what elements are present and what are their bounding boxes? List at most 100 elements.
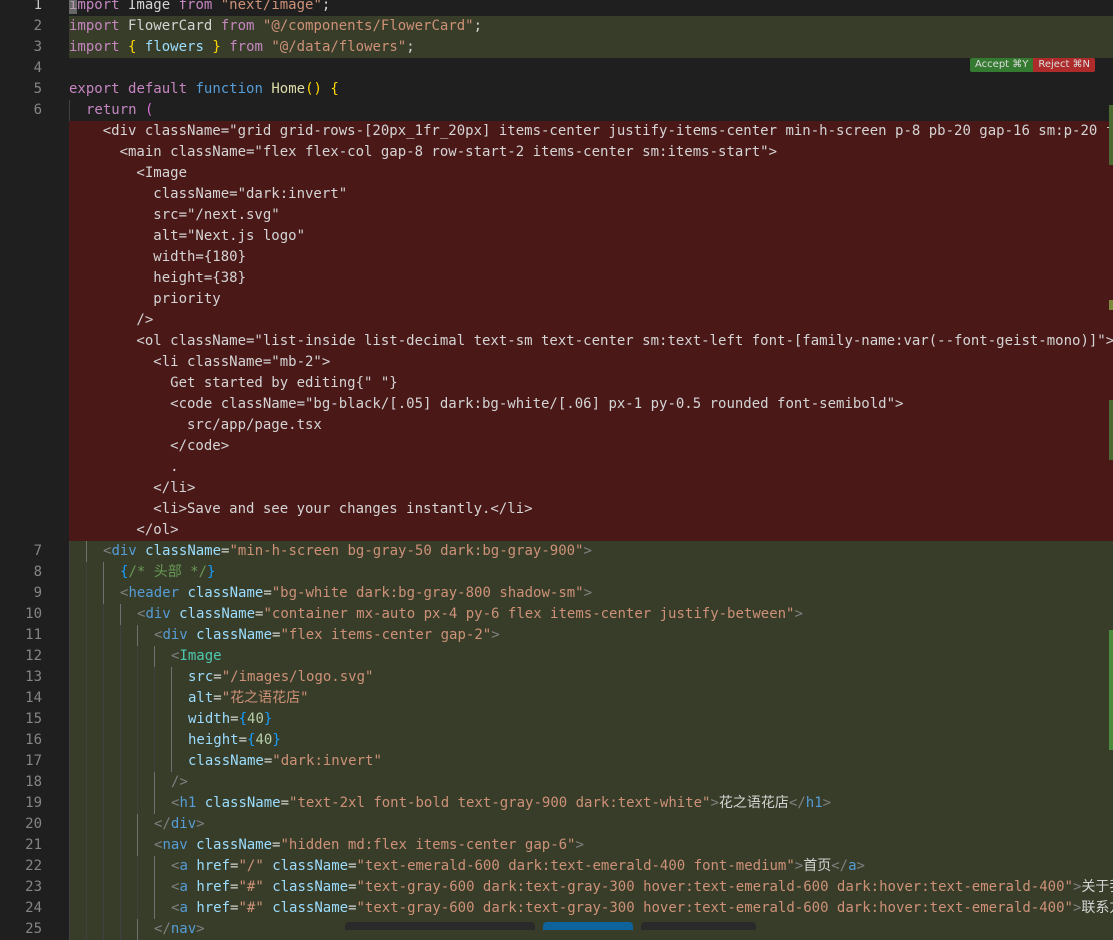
line-gutter[interactable]: 21 (0, 835, 69, 856)
deleted-code-line[interactable]: </li> (0, 478, 1113, 499)
code-text[interactable]: height={40} (69, 730, 1113, 751)
deleted-code-line[interactable]: . (0, 457, 1113, 478)
code-line[interactable]: 4 (0, 58, 1113, 79)
line-gutter[interactable]: 9 (0, 583, 69, 604)
scrollbar-diff-markers[interactable] (1109, 0, 1113, 930)
code-text[interactable]: className="dark:invert" (69, 751, 1113, 772)
line-gutter[interactable]: 11 (0, 625, 69, 646)
line-gutter[interactable] (0, 268, 69, 289)
bottom-tab[interactable] (345, 922, 535, 930)
bottom-tab-active[interactable] (543, 922, 633, 930)
deleted-code-line[interactable]: alt="Next.js logo" (0, 226, 1113, 247)
deleted-code-line[interactable]: /> (0, 310, 1113, 331)
deleted-code-line[interactable]: height={38} (0, 268, 1113, 289)
deleted-code-line[interactable]: <code className="bg-black/[.05] dark:bg-… (0, 394, 1113, 415)
line-gutter[interactable]: 14 (0, 688, 69, 709)
added-code-line[interactable]: 3 import { flowers } from "@/data/flowers… (0, 37, 1113, 58)
added-code-line[interactable]: 8 {/* 头部 */} (0, 562, 1113, 583)
line-gutter[interactable]: 19 (0, 793, 69, 814)
line-gutter[interactable]: 6 (0, 100, 69, 121)
line-gutter[interactable]: 15 (0, 709, 69, 730)
added-code-line[interactable]: 21 <nav className="hidden md:flex items-c… (0, 835, 1113, 856)
deleted-code-line[interactable]: <ol className="list-inside list-decimal … (0, 331, 1113, 352)
code-text[interactable]: import Image from "next/image"; (69, 0, 1113, 16)
code-text[interactable]: </li> (69, 478, 1113, 499)
code-text[interactable]: width={40} (69, 709, 1113, 730)
line-gutter[interactable]: 3 (0, 37, 69, 58)
code-text[interactable]: . (69, 457, 1113, 478)
code-text[interactable]: Get started by editing{" "} (69, 373, 1113, 394)
added-code-line[interactable]: 20 </div> (0, 814, 1113, 835)
line-gutter[interactable] (0, 394, 69, 415)
line-gutter[interactable] (0, 331, 69, 352)
added-code-line[interactable]: 9 <header className="bg-white dark:bg-gra… (0, 583, 1113, 604)
code-text[interactable]: <li className="mb-2"> (69, 352, 1113, 373)
code-text[interactable]: <div className="min-h-screen bg-gray-50 … (69, 541, 1113, 562)
line-gutter[interactable]: 17 (0, 751, 69, 772)
deleted-code-line[interactable]: <div className="grid grid-rows-[20px_1fr… (0, 121, 1113, 142)
code-text[interactable] (69, 58, 1113, 79)
line-gutter[interactable] (0, 121, 69, 142)
code-text[interactable]: height={38} (69, 268, 1113, 289)
deleted-code-line[interactable]: <li className="mb-2"> (0, 352, 1113, 373)
code-text[interactable]: width={180} (69, 247, 1113, 268)
deleted-code-line[interactable]: </ol> (0, 520, 1113, 541)
code-text[interactable]: alt="Next.js logo" (69, 226, 1113, 247)
deleted-code-line[interactable]: width={180} (0, 247, 1113, 268)
deleted-code-line[interactable]: <li>Save and see your changes instantly.… (0, 499, 1113, 520)
line-gutter[interactable]: 20 (0, 814, 69, 835)
line-gutter[interactable]: 7 (0, 541, 69, 562)
line-gutter[interactable] (0, 247, 69, 268)
deleted-code-line[interactable]: Get started by editing{" "} (0, 373, 1113, 394)
code-text[interactable]: <a href="#" className="text-gray-600 dar… (69, 898, 1113, 919)
added-code-line[interactable]: 2 import FlowerCard from "@/components/Fl… (0, 16, 1113, 37)
line-gutter[interactable]: 1 (0, 0, 69, 16)
code-text[interactable]: alt="花之语花店" (69, 688, 1113, 709)
code-text[interactable]: </code> (69, 436, 1113, 457)
code-line[interactable]: 6 return ( (0, 100, 1113, 121)
added-code-line[interactable]: 22 <a href="/" className="text-emerald-60… (0, 856, 1113, 877)
code-text[interactable]: <a href="#" className="text-gray-600 dar… (69, 877, 1113, 898)
added-code-line[interactable]: 10 <div className="container mx-auto px-4… (0, 604, 1113, 625)
added-code-line[interactable]: 7 <div className="min-h-screen bg-gray-50… (0, 541, 1113, 562)
line-gutter[interactable]: 10 (0, 604, 69, 625)
line-gutter[interactable] (0, 457, 69, 478)
code-text[interactable]: <h1 className="text-2xl font-bold text-g… (69, 793, 1113, 814)
code-text[interactable]: <code className="bg-black/[.05] dark:bg-… (69, 394, 1113, 415)
deleted-code-line[interactable]: priority (0, 289, 1113, 310)
line-gutter[interactable] (0, 310, 69, 331)
line-gutter[interactable]: 2 (0, 16, 69, 37)
line-gutter[interactable]: 22 (0, 856, 69, 877)
code-text[interactable]: priority (69, 289, 1113, 310)
code-editor[interactable]: 1 import Image from "next/image"; 2 import … (0, 0, 1113, 940)
line-gutter[interactable]: 23 (0, 877, 69, 898)
line-gutter[interactable]: 12 (0, 646, 69, 667)
code-text[interactable]: import FlowerCard from "@/components/Flo… (69, 16, 1113, 37)
added-code-line[interactable]: 17 className="dark:invert" (0, 751, 1113, 772)
code-text[interactable]: <main className="flex flex-col gap-8 row… (69, 142, 1113, 163)
line-gutter[interactable] (0, 436, 69, 457)
bottom-tab[interactable] (641, 922, 756, 930)
code-text[interactable]: {/* 头部 */} (69, 562, 1113, 583)
line-gutter[interactable] (0, 373, 69, 394)
line-gutter[interactable] (0, 205, 69, 226)
added-code-line[interactable]: 18 /> (0, 772, 1113, 793)
line-gutter[interactable] (0, 520, 69, 541)
code-text[interactable]: <li>Save and see your changes instantly.… (69, 499, 1113, 520)
code-text[interactable]: /> (69, 310, 1113, 331)
deleted-code-line[interactable]: </code> (0, 436, 1113, 457)
code-text[interactable]: </ol> (69, 520, 1113, 541)
code-line[interactable]: 5 export default function Home() { (0, 79, 1113, 100)
code-text[interactable]: src/app/page.tsx (69, 415, 1113, 436)
line-gutter[interactable] (0, 478, 69, 499)
added-code-line[interactable]: 16 height={40} (0, 730, 1113, 751)
code-text[interactable]: src="/images/logo.svg" (69, 667, 1113, 688)
added-code-line[interactable]: 15 width={40} (0, 709, 1113, 730)
added-code-line[interactable]: 14 alt="花之语花店" (0, 688, 1113, 709)
line-gutter[interactable] (0, 226, 69, 247)
code-text[interactable]: <div className="grid grid-rows-[20px_1fr… (69, 121, 1113, 142)
line-gutter[interactable]: 4 (0, 58, 69, 79)
reject-change-button[interactable]: Reject ⌘N (1033, 58, 1096, 72)
line-gutter[interactable] (0, 163, 69, 184)
added-code-line[interactable]: 12 <Image (0, 646, 1113, 667)
